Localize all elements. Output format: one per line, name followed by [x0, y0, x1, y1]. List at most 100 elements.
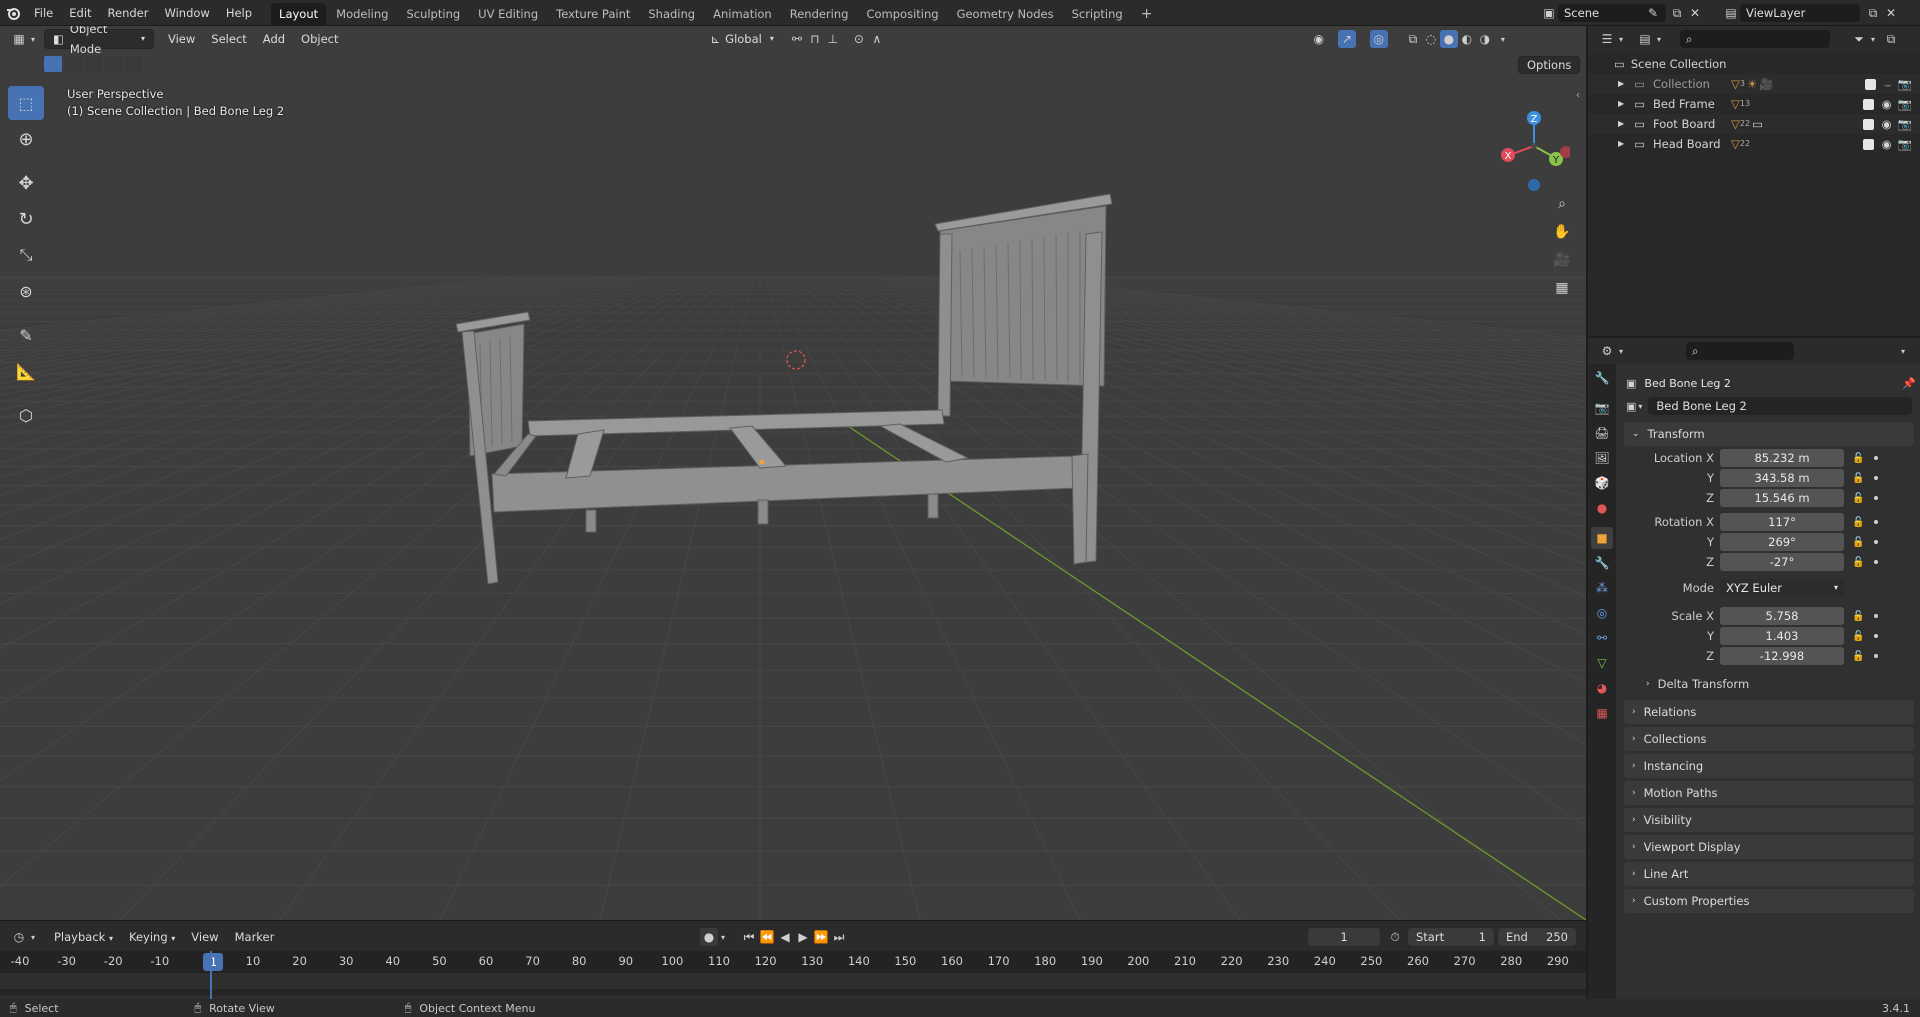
motion-paths-panel[interactable]: › Motion Paths	[1624, 781, 1914, 805]
rendered-shading-icon[interactable]: ◑	[1476, 30, 1494, 48]
physics-tab-icon[interactable]: ◎	[1591, 602, 1613, 624]
render-camera-icon[interactable]: 📷	[1898, 114, 1912, 134]
menu-object[interactable]: Object	[293, 29, 346, 49]
3d-viewport[interactable]: ▦ ▾ ◧ Object Mode ▾ View Select Add Obje…	[0, 26, 1586, 920]
chevron-down-icon[interactable]: ▾	[1894, 342, 1912, 360]
tab-geometry-nodes[interactable]: Geometry Nodes	[949, 3, 1062, 25]
gizmo-icon[interactable]: ↗	[1337, 30, 1356, 48]
jump-end-icon[interactable]: ⏭	[830, 928, 848, 946]
line-art-panel[interactable]: › Line Art	[1624, 862, 1914, 886]
scale-tool[interactable]: ⤡	[8, 238, 44, 272]
navigation-gizmo[interactable]: Z X Y	[1490, 86, 1570, 196]
tab-shading[interactable]: Shading	[640, 3, 703, 25]
record-icon[interactable]: ●	[700, 928, 718, 946]
keyframe-dot-icon[interactable]	[1874, 654, 1879, 658]
object-name-field[interactable]: Bed Bone Leg 2	[1648, 397, 1912, 415]
end-frame-field[interactable]: End 250	[1498, 928, 1576, 946]
xray-icon[interactable]: ⧉	[1404, 30, 1422, 48]
chevron-down-icon[interactable]: ▾	[1494, 30, 1512, 48]
mode-select[interactable]: ◧ Object Mode ▾	[44, 26, 154, 56]
render-camera-icon[interactable]: 📷	[1898, 74, 1912, 94]
menu-playback[interactable]: Playback ▾	[46, 927, 121, 947]
location-x-field[interactable]: 85.232 m	[1720, 449, 1844, 467]
properties-search-input[interactable]: ⌕	[1686, 342, 1794, 360]
outliner-item[interactable]: ▶ ▭ Collection ▽ 3 ☀ 🎥 ⌣ 📷	[1588, 74, 1920, 94]
expand-arrow-icon[interactable]: ▶	[1618, 134, 1624, 154]
timeline-editor-icon[interactable]: ◷	[10, 928, 28, 946]
tab-animation[interactable]: Animation	[705, 3, 780, 25]
tool-tab-icon[interactable]: 🔧	[1591, 367, 1613, 389]
play-icon[interactable]: ▶	[794, 928, 812, 946]
keyframe-dot-icon[interactable]	[1874, 614, 1879, 618]
cursor-tool[interactable]: ⊕	[8, 122, 44, 156]
render-camera-icon[interactable]: 📷	[1898, 94, 1912, 114]
keyframe-dot-icon[interactable]	[1874, 560, 1879, 564]
object-tab-icon[interactable]: ■	[1591, 527, 1613, 549]
current-frame-field[interactable]: 1	[1308, 928, 1380, 946]
eye-icon[interactable]: ◉	[1882, 94, 1892, 114]
tab-sculpting[interactable]: Sculpting	[398, 3, 468, 25]
rotate-tool[interactable]: ↻	[8, 202, 44, 236]
expand-arrow-icon[interactable]: ▶	[1618, 94, 1624, 114]
outliner-item[interactable]: ▶ ▭ Bed Frame ▽ 13 ◉ 📷	[1588, 94, 1920, 114]
rotation-x-field[interactable]: 117°	[1720, 513, 1844, 531]
timeline-track[interactable]	[0, 973, 1586, 1000]
instancing-panel[interactable]: › Instancing	[1624, 754, 1914, 778]
custom-properties-panel[interactable]: › Custom Properties	[1624, 889, 1914, 913]
menu-keying[interactable]: Keying ▾	[121, 927, 183, 947]
outliner-item[interactable]: ▶ ▭ Head Board ▽ 22 ◉ 📷	[1588, 134, 1920, 154]
menu-help[interactable]: Help	[218, 0, 260, 26]
display-mode-icon[interactable]: ▤	[1636, 30, 1654, 48]
delta-transform-subpanel[interactable]: › Delta Transform	[1646, 674, 1914, 694]
transform-orientation-select[interactable]: ⊾ Global ▾	[703, 29, 782, 49]
pivot-point-icon[interactable]: ⚯	[788, 30, 806, 48]
particles-tab-icon[interactable]: ⁂	[1591, 577, 1613, 599]
relations-panel[interactable]: › Relations	[1624, 700, 1914, 724]
visibility-panel[interactable]: › Visibility	[1624, 808, 1914, 832]
tab-compositing[interactable]: Compositing	[858, 3, 946, 25]
add-cube-tool[interactable]: ⬡	[8, 398, 44, 432]
data-tab-icon[interactable]: ▽	[1591, 652, 1613, 674]
exclude-checkbox[interactable]	[1862, 138, 1874, 150]
keyframe-dot-icon[interactable]	[1874, 520, 1879, 524]
wireframe-shading-icon[interactable]: ◌	[1422, 30, 1440, 48]
chevron-down-icon[interactable]: ▾	[1638, 402, 1642, 411]
scene-icon[interactable]: ▣	[1540, 4, 1558, 22]
menu-timeline-view[interactable]: View	[183, 927, 226, 947]
measure-tool[interactable]: 📐	[8, 354, 44, 388]
hidden-eye-icon[interactable]: ⌣	[1884, 74, 1892, 94]
menu-file[interactable]: File	[26, 0, 61, 26]
play-reverse-icon[interactable]: ◀	[776, 928, 794, 946]
filter-icon[interactable]: ⏷	[1850, 30, 1868, 48]
material-shading-icon[interactable]: ◐	[1458, 30, 1476, 48]
select-box-tool[interactable]: ⬚	[8, 86, 44, 120]
new-scene-icon[interactable]: ⧉	[1668, 4, 1686, 22]
output-tab-icon[interactable]: 🖨	[1591, 422, 1613, 444]
next-keyframe-icon[interactable]: ⏩	[812, 928, 830, 946]
keyframe-dot-icon[interactable]	[1874, 496, 1879, 500]
pin-icon[interactable]: ✎	[1644, 4, 1662, 22]
solid-shading-icon[interactable]: ●	[1439, 30, 1458, 48]
menu-add[interactable]: Add	[255, 29, 293, 49]
expand-arrow-icon[interactable]: ▶	[1618, 114, 1624, 134]
outliner-root[interactable]: ▭ Scene Collection	[1588, 54, 1920, 74]
stopwatch-icon[interactable]: ⏱	[1386, 928, 1404, 946]
menu-view[interactable]: View	[160, 29, 203, 49]
keyframe-dot-icon[interactable]	[1874, 634, 1879, 638]
location-z-field[interactable]: 15.546 m	[1720, 489, 1844, 507]
scale-x-field[interactable]: 5.758	[1720, 607, 1844, 625]
delete-scene-icon[interactable]: ✕	[1686, 4, 1704, 22]
annotate-tool[interactable]: ✎	[8, 318, 44, 352]
modifier-tab-icon[interactable]: 🔧	[1591, 552, 1613, 574]
lock-icon[interactable]: 🔓	[1852, 493, 1864, 504]
camera-view-icon[interactable]: 🎥	[1548, 246, 1576, 274]
rotation-y-field[interactable]: 269°	[1720, 533, 1844, 551]
blender-logo-icon[interactable]	[0, 0, 26, 26]
tab-scripting[interactable]: Scripting	[1064, 3, 1131, 25]
transform-panel-header[interactable]: ⌄ Transform	[1624, 422, 1914, 446]
outliner-search-input[interactable]: ⌕	[1680, 30, 1830, 48]
delete-view-layer-icon[interactable]: ✕	[1882, 4, 1900, 22]
select-new-icon[interactable]	[44, 56, 62, 72]
lock-icon[interactable]: 🔓	[1852, 631, 1864, 642]
chevron-left-icon[interactable]: ‹	[1576, 90, 1580, 101]
